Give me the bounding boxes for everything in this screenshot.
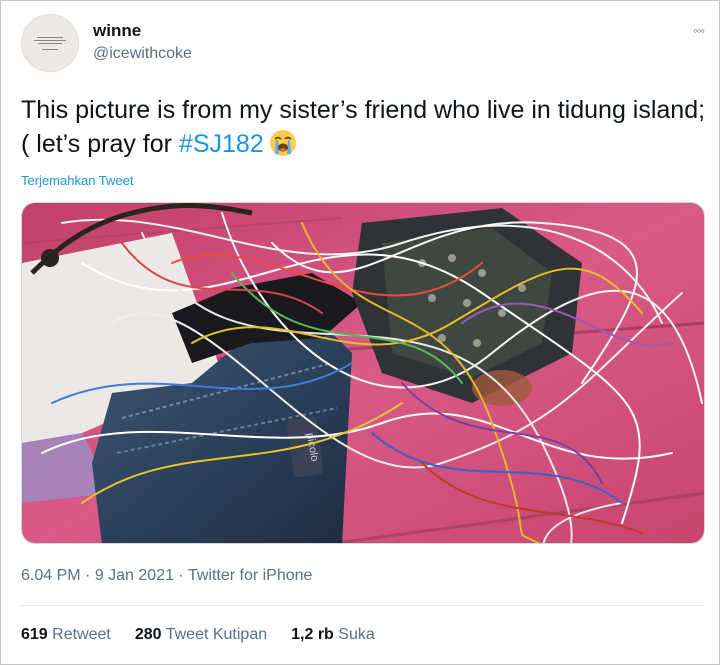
divider [21, 605, 703, 606]
more-options-icon[interactable]: ◦◦◦ [693, 23, 705, 38]
retweets-label: Retweet [52, 626, 111, 643]
loudly-crying-face-icon [268, 128, 298, 158]
photo-content: picolo [22, 203, 704, 543]
translate-tweet-link[interactable]: Terjemahkan Tweet [21, 173, 134, 188]
meta-separator: · [80, 567, 95, 584]
tweet-source[interactable]: Twitter for iPhone [188, 567, 313, 584]
user-handle[interactable]: @icewithcoke [93, 45, 192, 63]
hashtag-link[interactable]: #SJ182 [179, 130, 264, 158]
likes-count: 1,2 rb [291, 626, 334, 643]
tweet-card: winne @icewithcoke ◦◦◦ This picture is f… [0, 0, 720, 665]
avatar-text-line [38, 42, 62, 44]
avatar-text-line [42, 48, 58, 50]
display-name[interactable]: winne [93, 21, 141, 41]
quote-tweets-stat[interactable]: 280 Tweet Kutipan [135, 626, 267, 644]
avatar[interactable] [21, 14, 79, 72]
tweet-photo[interactable]: picolo [21, 202, 705, 544]
tweet-time[interactable]: 6.04 PM [21, 567, 81, 584]
avatar-text-line [34, 39, 66, 41]
engagement-stats: 619 Retweet 280 Tweet Kutipan 1,2 rb Suk… [21, 626, 375, 644]
tweet-date[interactable]: 9 Jan 2021 [95, 567, 174, 584]
tweet-text: This picture is from my sister’s friend … [21, 93, 711, 161]
tweet-body: This picture is from my sister’s friend … [21, 96, 706, 158]
tweet-metadata: 6.04 PM · 9 Jan 2021 · Twitter for iPhon… [21, 567, 312, 585]
retweets-count: 619 [21, 626, 48, 643]
likes-label: Suka [338, 626, 375, 643]
meta-separator: · [174, 567, 188, 584]
quotes-label: Tweet Kutipan [165, 626, 268, 643]
avatar-text-line [37, 36, 63, 38]
retweets-stat[interactable]: 619 Retweet [21, 626, 111, 644]
quotes-count: 280 [134, 626, 162, 643]
likes-stat[interactable]: 1,2 rb Suka [291, 626, 375, 644]
